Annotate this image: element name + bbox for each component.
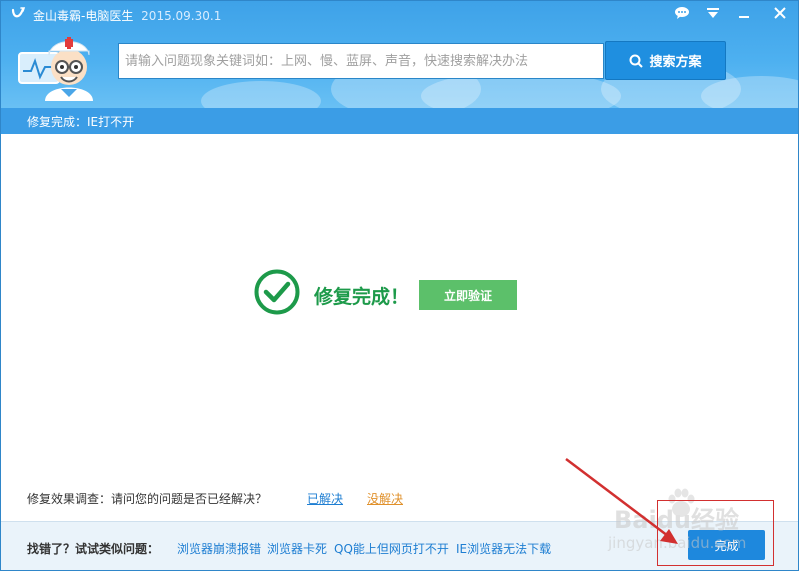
similar-issues-label: 找错了？试试类似问题： xyxy=(27,542,160,556)
minimize-button[interactable] xyxy=(733,4,755,22)
app-name: 金山毒霸-电脑医生 xyxy=(33,9,134,23)
app-version: 2015.09.30.1 xyxy=(141,9,222,23)
check-circle-icon xyxy=(254,269,300,315)
chat-bubble-icon xyxy=(675,7,689,19)
unresolved-link[interactable]: 没解决 xyxy=(367,490,403,507)
menu-dropdown-icon xyxy=(707,8,719,18)
menu-button[interactable] xyxy=(702,4,724,22)
title-bar[interactable]: 金山毒霸-电脑医生 2015.09.30.1 xyxy=(1,1,798,29)
feedback-button[interactable] xyxy=(671,4,693,22)
status-bar: 修复完成：IE打不开 xyxy=(1,108,798,134)
similar-issue-link[interactable]: 浏览器卡死 xyxy=(267,540,327,557)
search-input[interactable] xyxy=(119,44,603,78)
header: 金山毒霸-电脑医生 2015.09.30.1 请输入问题现象关键词如：上网、慢、… xyxy=(1,1,798,108)
resolved-link[interactable]: 已解决 xyxy=(307,490,343,507)
search-box xyxy=(118,43,604,79)
survey-question: 修复效果调查：请问您的问题是否已经解决？ xyxy=(27,492,268,506)
app-title: 金山毒霸-电脑医生 2015.09.30.1 xyxy=(33,7,221,24)
doctor-avatar-icon xyxy=(18,37,93,101)
annotation-highlight-box xyxy=(657,500,774,566)
similar-issue-link[interactable]: QQ能上但网页打不开 xyxy=(334,540,449,557)
similar-issue-link[interactable]: 浏览器崩溃报错 xyxy=(177,540,261,557)
verify-now-button[interactable]: 立即验证 xyxy=(419,280,517,310)
close-icon xyxy=(774,7,786,19)
minimize-icon xyxy=(739,16,749,18)
repair-complete-title: 修复完成！ xyxy=(314,286,410,308)
search-button-label: 搜索方案 xyxy=(649,55,702,70)
app-logo-icon xyxy=(11,7,26,18)
search-button[interactable]: 搜索方案 xyxy=(605,41,726,80)
similar-issue-link[interactable]: IE浏览器无法下载 xyxy=(456,540,551,557)
close-button[interactable] xyxy=(769,4,791,22)
status-text: 修复完成：IE打不开 xyxy=(27,115,135,129)
search-icon xyxy=(629,54,644,68)
